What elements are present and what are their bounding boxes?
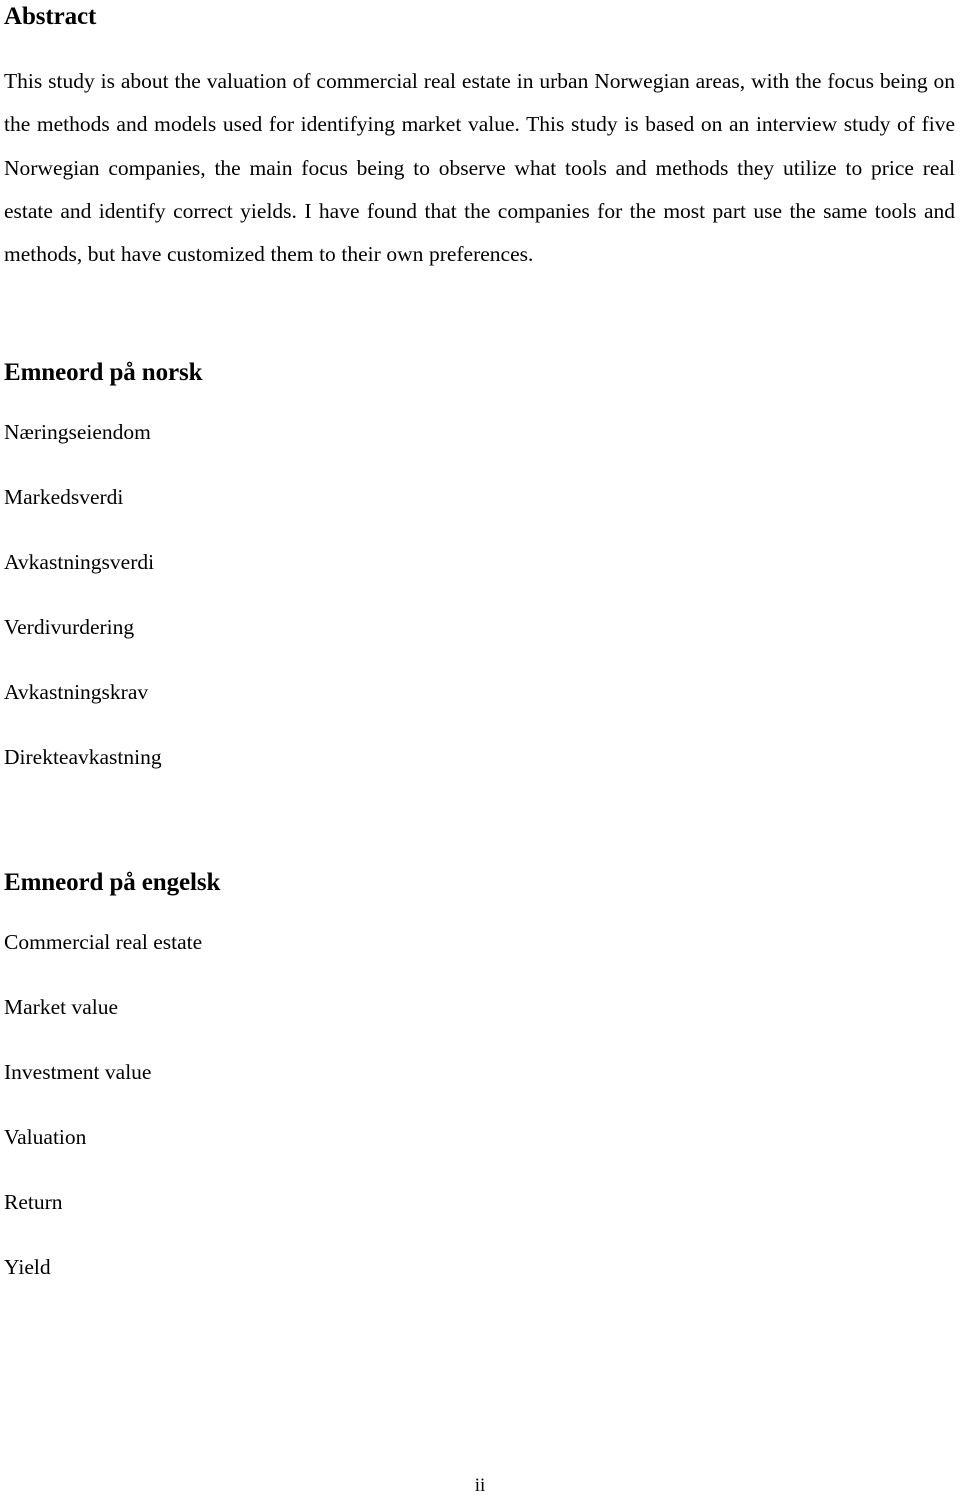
keywords-norwegian-list: Næringseiendom Markedsverdi Avkastningsv… xyxy=(4,388,956,810)
page-content: Abstract This study is about the valuati… xyxy=(4,0,956,1320)
keywords-norwegian-section: Emneord på norsk Næringseiendom Markedsv… xyxy=(4,276,956,810)
list-item: Valuation xyxy=(4,1125,87,1150)
list-item: Return xyxy=(4,1190,63,1215)
page-title: Abstract xyxy=(4,3,97,30)
list-item: Avkastningskrav xyxy=(4,680,149,705)
list-item: Yield xyxy=(4,1255,51,1280)
keywords-english-heading: Emneord på engelsk xyxy=(4,869,221,897)
keywords-english-section: Emneord på engelsk Commercial real estat… xyxy=(4,810,956,1320)
keywords-english-list: Commercial real estate Market value Inve… xyxy=(4,898,956,1320)
page-number: ii xyxy=(474,1475,486,1496)
abstract-paragraph: This study is about the valuation of com… xyxy=(4,69,955,267)
list-item: Direkteavkastning xyxy=(4,745,162,770)
list-item: Investment value xyxy=(4,1060,152,1085)
list-item: Market value xyxy=(4,995,119,1020)
keywords-norwegian-heading: Emneord på norsk xyxy=(4,359,203,387)
list-item: Markedsverdi xyxy=(4,485,124,510)
list-item: Næringseiendom xyxy=(4,420,151,445)
list-item: Commercial real estate xyxy=(4,930,203,955)
list-item: Verdivurdering xyxy=(4,615,135,640)
list-item: Avkastningsverdi xyxy=(4,550,155,575)
document-page: Abstract This study is about the valuati… xyxy=(0,0,960,1509)
